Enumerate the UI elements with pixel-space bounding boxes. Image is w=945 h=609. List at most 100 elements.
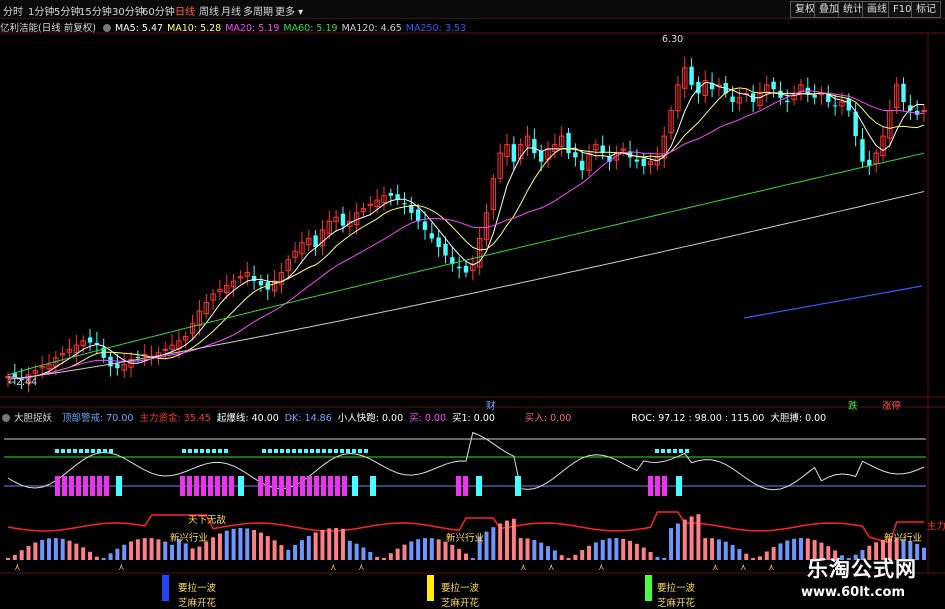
period-button-5[interactable]: 60分钟 [142, 3, 175, 18]
signal-dot [200, 449, 204, 453]
fund-histogram-bar [464, 553, 468, 560]
candle-body-down [634, 159, 640, 162]
label-xinxing-hangye-1: 新兴行业 [170, 533, 209, 544]
event-marker-drop[interactable]: 跌 [848, 398, 858, 412]
signal-dot [304, 449, 308, 453]
signal-dot [685, 449, 689, 453]
signal-dot [292, 449, 296, 453]
period-button-0[interactable]: 分时 [3, 3, 23, 18]
candle-body-down [388, 193, 394, 196]
indicator-legend: 大胆捉妖 顶部警戒: 70.00 主力资金: 35.45 起爆线: 40.00 DK: … [0, 410, 834, 424]
fund-histogram-bar [142, 538, 147, 560]
watermark-url: www.60lt.com [800, 585, 905, 600]
candle-body-down [532, 139, 537, 154]
period-button-2[interactable]: 5分钟 [54, 3, 80, 18]
period-button-10[interactable]: 更多 ▾ [275, 3, 303, 18]
signal-dot [346, 449, 350, 453]
up-arrow-icon: ⋏ [548, 563, 555, 573]
fund-histogram-bar [655, 556, 660, 560]
signal-dot [79, 449, 83, 453]
buy-zone-bar [76, 476, 81, 496]
fund-histogram-bar [703, 538, 708, 560]
period-button-6[interactable]: 日线 [175, 3, 195, 18]
fund-histogram-bar [6, 558, 10, 560]
candle-body-down [402, 203, 407, 205]
signal-dot [212, 449, 216, 453]
fund-histogram-bar [265, 536, 270, 560]
signal-dot [103, 449, 107, 453]
ma120-line [7, 191, 925, 380]
fund-histogram-bar [518, 538, 523, 560]
moving-average-layer [7, 81, 925, 380]
ma5-line [7, 81, 924, 379]
period-button-1[interactable]: 1分钟 [28, 3, 54, 18]
candle-body-down [115, 363, 120, 369]
fund-histogram-bar [74, 543, 79, 560]
period-button-7[interactable]: 周线 [199, 3, 219, 18]
ma-label-list: MA5: 5.47 MA10: 5.28 MA20: 5.19 MA60: 5.19 M… [115, 23, 470, 34]
indicator-item-5: 买: 0.00 [409, 413, 446, 424]
fund-histogram-bar [450, 544, 455, 560]
buy-zone-bar [463, 476, 468, 496]
fund-histogram-bar [60, 538, 65, 560]
signal-dot [73, 449, 77, 453]
buy-zone-bar [180, 476, 185, 496]
buy-zone-bar [655, 476, 660, 496]
signal-dot [655, 449, 659, 453]
fund-histogram-bar [675, 523, 680, 560]
buy-zone-bar [222, 476, 227, 496]
fund-histogram-bar [436, 539, 441, 560]
up-arrow-icon: ⋏ [520, 563, 527, 573]
signal-dot [286, 449, 290, 453]
signal-dot [262, 449, 266, 453]
fund-histogram-bar [593, 542, 598, 560]
up-arrow-icon: ⋏ [118, 563, 125, 573]
buy-zone-bar [265, 476, 270, 496]
candle-body-down [832, 105, 838, 107]
event-marker-limit-up[interactable]: 涨停 [882, 398, 901, 412]
low-price-label: ←2.44 [8, 377, 38, 388]
indicator-title: 大胆捉妖 [14, 413, 53, 424]
signal-dot [280, 449, 284, 453]
candle-body-down [853, 111, 858, 137]
toolbar-button-5[interactable]: 标记 [911, 1, 941, 18]
fund-histogram-bar [381, 558, 386, 560]
period-button-9[interactable]: 多周期 [243, 3, 273, 18]
fund-histogram-bar [156, 539, 161, 560]
period-button-3[interactable]: 15分钟 [79, 3, 112, 18]
signal-dot [194, 449, 198, 453]
candle-body-down [641, 158, 646, 166]
signal-dot [661, 449, 665, 453]
buy-zone-bar [208, 476, 213, 496]
fund-histogram-bar [340, 528, 345, 560]
signal-dot [55, 449, 59, 453]
fund-histogram-bar [573, 554, 578, 560]
settings-circle-icon[interactable] [2, 414, 10, 422]
candle-body-down [436, 237, 441, 247]
fund-histogram-bar [648, 552, 653, 560]
signal-dot [218, 449, 222, 453]
settings-circle-icon[interactable] [102, 24, 111, 32]
fund-histogram-bar [525, 538, 530, 560]
fund-histogram-bar [395, 548, 400, 560]
fund-histogram-bar [409, 541, 414, 560]
label-tianxia-wudi: 天下无敌 [188, 515, 227, 526]
signal-block [427, 575, 434, 601]
high-price-label: 6.30 [662, 34, 684, 45]
period-button-8[interactable]: 月线 [221, 3, 241, 18]
candle-body-down [538, 151, 544, 162]
fund-histogram-bar [40, 539, 45, 560]
indicator-item-3: DK: 14.86 [284, 413, 332, 424]
label-zhima-3: 芝麻开花 [657, 598, 696, 609]
candle-body-down [429, 233, 435, 239]
indicator-item-8: ROC: 97.12 : 98.00 : 115.00 [631, 413, 765, 424]
candle-body-up [921, 110, 927, 113]
indicator-item-7: 买入: 0.00 [524, 413, 572, 424]
period-button-4[interactable]: 30分钟 [112, 3, 145, 18]
fund-histogram-bar [689, 516, 694, 560]
up-arrow-icon: ⋏ [740, 563, 747, 573]
fund-histogram-bar [19, 550, 24, 560]
fund-histogram-bar [682, 519, 687, 560]
buy-zone-bar [279, 476, 284, 496]
candle-body-down [251, 275, 257, 282]
